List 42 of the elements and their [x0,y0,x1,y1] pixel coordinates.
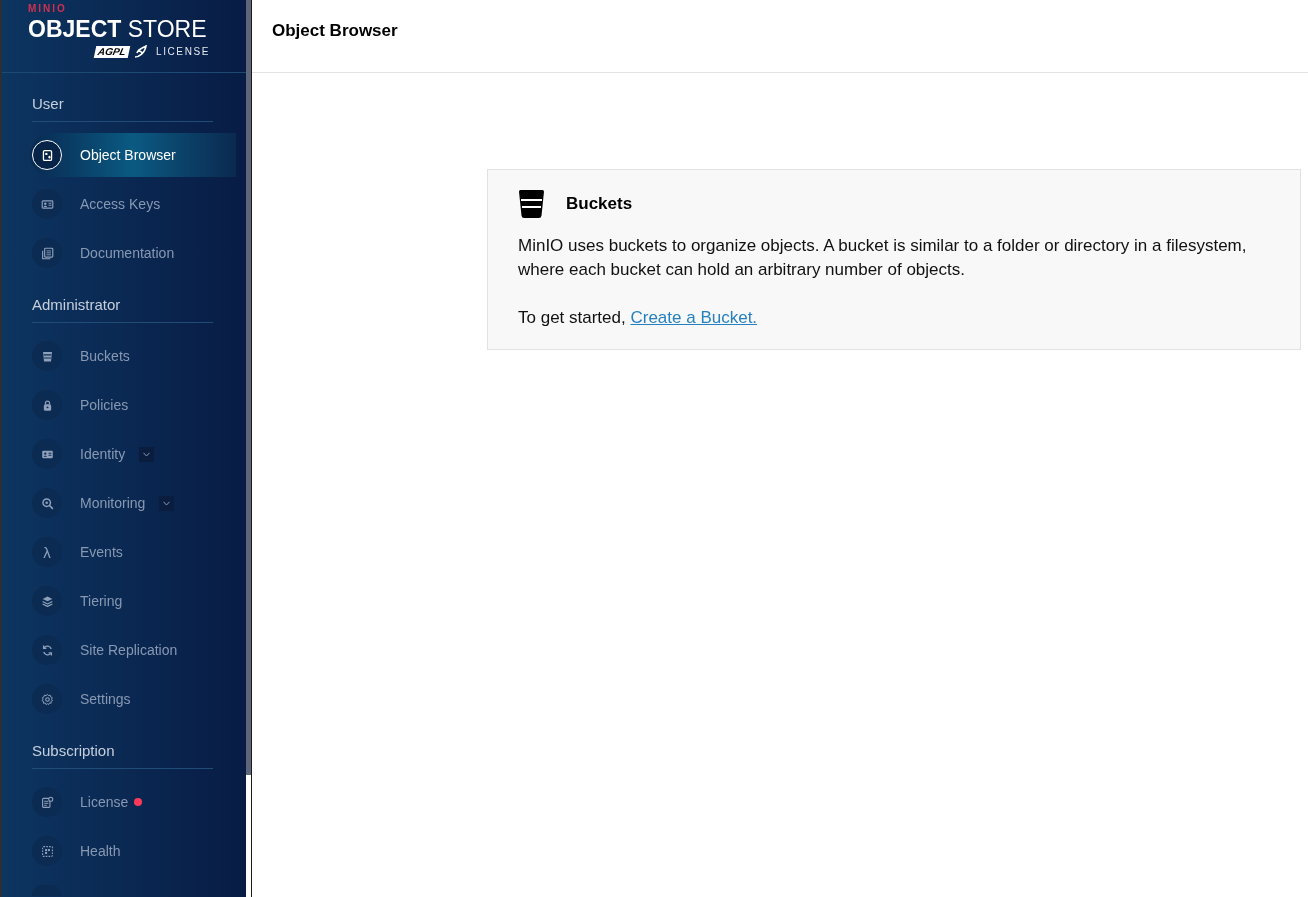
nav-item[interactable]: Access Keys [30,182,161,226]
refresh-icon [32,635,62,665]
settings-icon [32,684,62,714]
section-heading: Subscription [32,741,115,761]
file-icon [32,140,62,170]
bucket-icon [518,190,545,218]
document-icon [32,787,62,817]
section-heading: Administrator [32,295,121,315]
logo-product-text: OBJECT STORE [28,17,207,42]
license-label: LICENSE [156,45,210,58]
nav-item[interactable]: λ Events [30,530,123,574]
agpl-badge: AGPL [93,45,131,58]
card-description: MinIO uses buckets to organize objects. A bucket is similar to a folder or directory in a filesystem, where each bucket can hold an arbitrary number of objects. [518,235,1248,281]
id-card-icon [32,439,62,469]
expand-button[interactable] [159,495,175,511]
nav-item[interactable]: Site Replication [30,628,178,672]
id-card-icon [32,189,62,219]
expand-button[interactable] [139,446,155,462]
get-started-text: To get started, Create a Bucket. [518,307,758,329]
lambda-icon: λ [32,537,62,567]
nav-item[interactable]: Tiering [30,579,123,623]
lock-icon [32,390,62,420]
page-title: Object Browser [272,20,398,43]
leaf-icon [133,45,147,58]
grid-icon [32,836,62,866]
create-bucket-link[interactable]: Create a Bucket. [630,308,758,327]
nav-item[interactable]: Identity [30,432,126,476]
nav-item[interactable]: License [30,780,129,824]
nav-item[interactable]: Health [30,829,121,873]
nav-item[interactable]: Monitoring [30,481,146,525]
layers-icon [32,586,62,616]
nav-item[interactable]: Buckets [30,334,130,378]
pages-icon [32,238,62,268]
magnifier-icon [32,488,62,518]
nav-item[interactable]: Documentation [30,231,175,275]
nav-item[interactable]: Object Browser [30,133,236,177]
nav-item[interactable]: Policies [30,383,129,427]
nav-item[interactable]: Settings [30,677,131,721]
section-heading: User [32,94,64,114]
bucket-icon [32,341,62,371]
card-title: Buckets [566,193,633,216]
logo-brand-text: MINIO [28,3,67,14]
